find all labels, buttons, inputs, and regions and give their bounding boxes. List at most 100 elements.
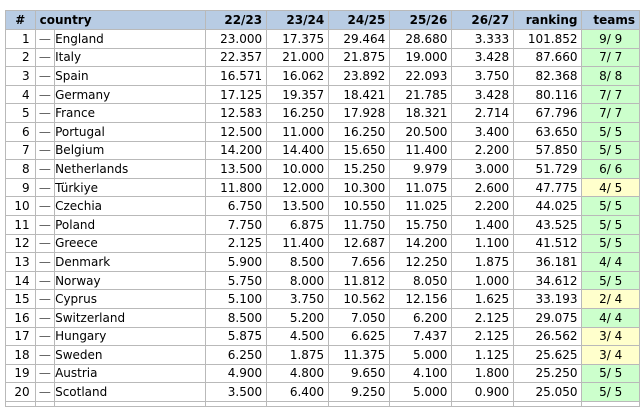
cell-season-22-23: 5.900	[204, 252, 268, 272]
header-season-26-27[interactable]: 26/27	[451, 10, 515, 30]
cell-rank: 1	[5, 29, 36, 49]
cell-country[interactable]: Norway	[54, 270, 206, 291]
cell-season-26-27: 2.714	[451, 103, 515, 123]
cell-teams: 5/ 5	[581, 270, 640, 291]
cell-country[interactable]: Denmark	[54, 252, 206, 272]
cell-season-24-25: 9.650	[328, 363, 391, 384]
cell-season-23-24: 10.000	[266, 159, 330, 179]
table-row: 11— Poland 7.750 6.875 11.750 15.750 1.400 43.5…	[5, 214, 640, 235]
cell-ranking: 44.025	[513, 196, 583, 216]
cell-season-24-25: 7.656	[328, 252, 391, 272]
cell-rank: 11	[5, 214, 36, 235]
cell-season-24-25: 10.562	[328, 289, 391, 309]
ranking-table-container: # country 22/23 23/24 24/25 25/26 26/27 …	[5, 10, 640, 407]
cell-country[interactable]: Türkiye	[54, 177, 206, 198]
cell-season-22-23: 12.583	[204, 103, 268, 123]
cell-season-23-24: 16.250	[266, 103, 330, 123]
cell-rank: 13	[5, 252, 36, 272]
cell-country[interactable]: Spain	[54, 66, 206, 86]
cell-season-23-24: 16.062	[266, 66, 330, 86]
header-season-24-25[interactable]: 24/25	[328, 10, 391, 30]
cell-season-23-24: 1.875	[266, 345, 330, 365]
cell-country[interactable]: Portugal	[54, 121, 206, 142]
cell-teams: 7/ 7	[581, 47, 640, 68]
cell-season-25-26: 18.321	[389, 103, 453, 123]
trend-icon: —	[34, 196, 56, 216]
cell-rank: 8	[5, 159, 36, 179]
trend-icon: —	[34, 159, 56, 179]
cell-country[interactable]: France	[54, 103, 206, 123]
cell-season-23-24: 13.500	[266, 196, 330, 216]
header-teams[interactable]: teams	[581, 10, 640, 30]
cell-rank: 17	[5, 326, 36, 347]
cell-season-24-25: 7.050	[328, 307, 391, 328]
cell-ranking: 82.368	[513, 66, 583, 86]
cell-season-25-26: 19.000	[389, 47, 453, 68]
cell-season-26-27: 3.333	[451, 29, 515, 49]
cell-teams: 5/ 5	[581, 121, 640, 142]
cell-season-22-23: 7.750	[204, 214, 268, 235]
cell-rank: 19	[5, 363, 36, 384]
trend-icon: —	[34, 233, 56, 254]
cell-season-26-27: 0.900	[451, 382, 515, 402]
cell-season-22-23: 13.500	[204, 159, 268, 179]
cell-season-24-25: 11.375	[328, 345, 391, 365]
cell-season-22-23: 17.125	[204, 84, 268, 105]
cell-empty	[34, 400, 56, 407]
cell-empty	[513, 400, 583, 407]
cell-country[interactable]: Poland	[54, 214, 206, 235]
cell-season-24-25: 15.650	[328, 140, 391, 161]
cell-season-23-24: 19.357	[266, 84, 330, 105]
cell-ranking: 101.852	[513, 29, 583, 49]
header-season-23-24[interactable]: 23/24	[266, 10, 330, 30]
table-row: 17— Hungary 5.875 4.500 6.625 7.437 2.125 26.56…	[5, 326, 640, 347]
table-row: 18— Sweden 6.250 1.875 11.375 5.000 1.125 25.62…	[5, 345, 640, 365]
cell-season-25-26: 5.000	[389, 382, 453, 402]
header-rank[interactable]: #	[5, 10, 36, 30]
cell-empty	[266, 400, 330, 407]
cell-season-25-26: 11.025	[389, 196, 453, 216]
cell-country[interactable]: Sweden	[54, 345, 206, 365]
cell-ranking: 63.650	[513, 121, 583, 142]
header-season-22-23[interactable]: 22/23	[204, 10, 268, 30]
cell-country[interactable]: Cyprus	[54, 289, 206, 309]
cell-country[interactable]: Belgium	[54, 140, 206, 161]
table-body: 1— England 23.000 17.375 29.464 28.680 3.333 10…	[5, 29, 640, 407]
trend-icon: —	[34, 345, 56, 365]
cell-ranking: 87.660	[513, 47, 583, 68]
header-ranking[interactable]: ranking	[513, 10, 583, 30]
cell-ranking: 33.193	[513, 289, 583, 309]
cell-season-26-27: 2.125	[451, 307, 515, 328]
cell-country[interactable]: Italy	[54, 47, 206, 68]
cell-season-22-23: 11.800	[204, 177, 268, 198]
cell-season-24-25: 18.421	[328, 84, 391, 105]
cell-country[interactable]: Austria	[54, 363, 206, 384]
cell-empty	[204, 400, 268, 407]
trend-icon: —	[34, 47, 56, 68]
header-country[interactable]: country	[34, 10, 206, 30]
trend-icon: —	[34, 29, 56, 49]
cell-season-26-27: 3.000	[451, 159, 515, 179]
cell-season-24-25: 11.750	[328, 214, 391, 235]
cell-country[interactable]: Scotland	[54, 382, 206, 402]
cell-country[interactable]: Hungary	[54, 326, 206, 347]
cell-season-23-24: 4.800	[266, 363, 330, 384]
cell-season-24-25: 15.250	[328, 159, 391, 179]
cell-country[interactable]: Greece	[54, 233, 206, 254]
cell-country[interactable]: Czechia	[54, 196, 206, 216]
cell-season-24-25: 11.812	[328, 270, 391, 291]
cell-country[interactable]: England	[54, 29, 206, 49]
trend-icon: —	[34, 66, 56, 86]
cell-season-26-27: 1.125	[451, 345, 515, 365]
cell-country[interactable]: Switzerland	[54, 307, 206, 328]
cell-season-23-24: 5.200	[266, 307, 330, 328]
trend-icon: —	[34, 270, 56, 291]
cell-country[interactable]: Netherlands	[54, 159, 206, 179]
table-row: 3— Spain 16.571 16.062 23.892 22.093 3.750 82.3…	[5, 66, 640, 86]
cell-country[interactable]: Germany	[54, 84, 206, 105]
cell-teams: 5/ 5	[581, 363, 640, 384]
cell-season-25-26: 12.156	[389, 289, 453, 309]
cell-teams: 4/ 4	[581, 252, 640, 272]
header-season-25-26[interactable]: 25/26	[389, 10, 453, 30]
cell-season-24-25: 17.928	[328, 103, 391, 123]
